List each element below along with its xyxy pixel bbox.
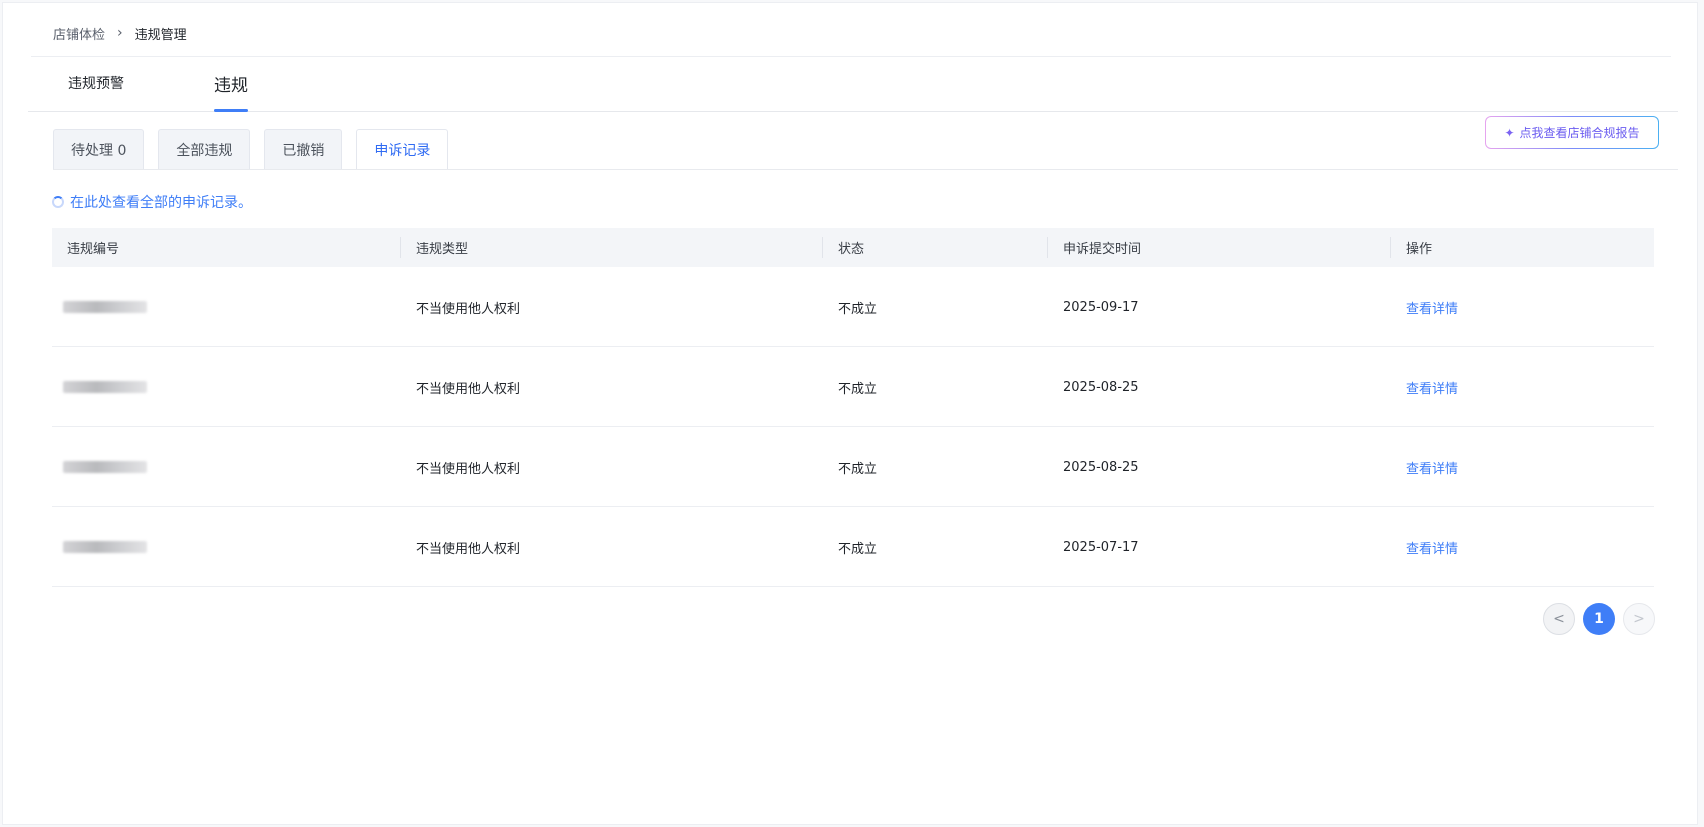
- subtab-divider: [53, 169, 1678, 170]
- appeal-time-cell: 2025-07-17: [1063, 539, 1139, 555]
- column-header-violation-id: 违规编号: [67, 242, 120, 257]
- compliance-report-button-inner: ✦ 点我查看店铺合规报告: [1486, 117, 1658, 148]
- status-cell: 不成立: [838, 461, 878, 477]
- column-divider: [1390, 237, 1391, 258]
- subtab-revoked[interactable]: 已撤销: [264, 129, 343, 169]
- redacted-violation-id: [63, 381, 147, 393]
- subtab-all-violations[interactable]: 全部违规: [158, 129, 251, 169]
- view-details-link[interactable]: 查看详情: [1406, 507, 1458, 587]
- tab-violation[interactable]: 违规: [214, 54, 248, 112]
- column-divider: [822, 237, 823, 258]
- table-row: 不当使用他人权利 不成立 2025-08-25 查看详情: [52, 347, 1654, 427]
- redacted-violation-id: [63, 301, 147, 313]
- sparkle-icon: ✦: [1504, 125, 1515, 140]
- view-details-link[interactable]: 查看详情: [1406, 427, 1458, 507]
- subtab-pending[interactable]: 待处理 0: [53, 129, 145, 169]
- breadcrumb: 店铺体检 › 违规管理: [53, 23, 187, 43]
- column-header-action: 操作: [1406, 242, 1433, 257]
- column-header-appeal-time: 申诉提交时间: [1063, 242, 1142, 257]
- main-tab-bar: 违规预警 违规: [28, 54, 1678, 112]
- chevron-right-icon: ›: [117, 25, 123, 41]
- status-cell: 不成立: [838, 381, 878, 397]
- table-row: 不当使用他人权利 不成立 2025-08-25 查看详情: [52, 427, 1654, 507]
- breadcrumb-parent-link[interactable]: 店铺体检: [53, 24, 105, 43]
- violation-id-cell: [63, 267, 147, 347]
- column-header-status: 状态: [838, 242, 865, 257]
- violation-type-cell: 不当使用他人权利: [416, 381, 521, 397]
- next-page-button[interactable]: >: [1623, 603, 1655, 635]
- violation-type-cell: 不当使用他人权利: [416, 461, 521, 477]
- view-details-link[interactable]: 查看详情: [1406, 347, 1458, 427]
- appeal-records-table: 违规编号 违规类型 状态 申诉提交时间 操作 不当使用他人权利 不成立 2025…: [52, 228, 1654, 587]
- column-divider: [1047, 237, 1048, 258]
- status-cell: 不成立: [838, 301, 878, 317]
- table-row: 不当使用他人权利 不成立 2025-07-17 查看详情: [52, 507, 1654, 587]
- page-number-button[interactable]: 1: [1583, 603, 1615, 635]
- chevron-left-icon: <: [1553, 611, 1565, 627]
- violation-id-cell: [63, 347, 147, 427]
- violation-id-cell: [63, 507, 147, 587]
- violation-type-cell: 不当使用他人权利: [416, 301, 521, 317]
- redacted-violation-id: [63, 541, 147, 553]
- subtab-appeal-records[interactable]: 申诉记录: [356, 129, 449, 170]
- violation-id-cell: [63, 427, 147, 507]
- column-header-violation-type: 违规类型: [416, 242, 469, 257]
- tab-violation-warning[interactable]: 违规预警: [68, 54, 124, 112]
- table-row: 不当使用他人权利 不成立 2025-09-17 查看详情: [52, 267, 1654, 347]
- appeal-time-cell: 2025-09-17: [1063, 299, 1139, 315]
- chevron-right-icon: >: [1633, 611, 1645, 627]
- status-cell: 不成立: [838, 541, 878, 557]
- appeal-time-cell: 2025-08-25: [1063, 459, 1139, 475]
- redacted-violation-id: [63, 461, 147, 473]
- compliance-report-button[interactable]: ✦ 点我查看店铺合规报告: [1485, 116, 1659, 149]
- compliance-report-label: 点我查看店铺合规报告: [1519, 126, 1640, 140]
- loading-spinner-icon: [52, 196, 64, 208]
- notice-bar: 在此处查看全部的申诉记录。: [52, 192, 252, 212]
- column-divider: [400, 237, 401, 258]
- view-details-link[interactable]: 查看详情: [1406, 267, 1458, 347]
- appeal-time-cell: 2025-08-25: [1063, 379, 1139, 395]
- prev-page-button[interactable]: <: [1543, 603, 1575, 635]
- violation-type-cell: 不当使用他人权利: [416, 541, 521, 557]
- breadcrumb-current: 违规管理: [134, 27, 187, 43]
- sub-tab-bar: 待处理 0 全部违规 已撤销 申诉记录: [53, 129, 462, 170]
- pagination: < 1 >: [1543, 603, 1655, 635]
- notice-text: 在此处查看全部的申诉记录。: [70, 195, 252, 211]
- table-header: 违规编号 违规类型 状态 申诉提交时间 操作: [52, 228, 1654, 267]
